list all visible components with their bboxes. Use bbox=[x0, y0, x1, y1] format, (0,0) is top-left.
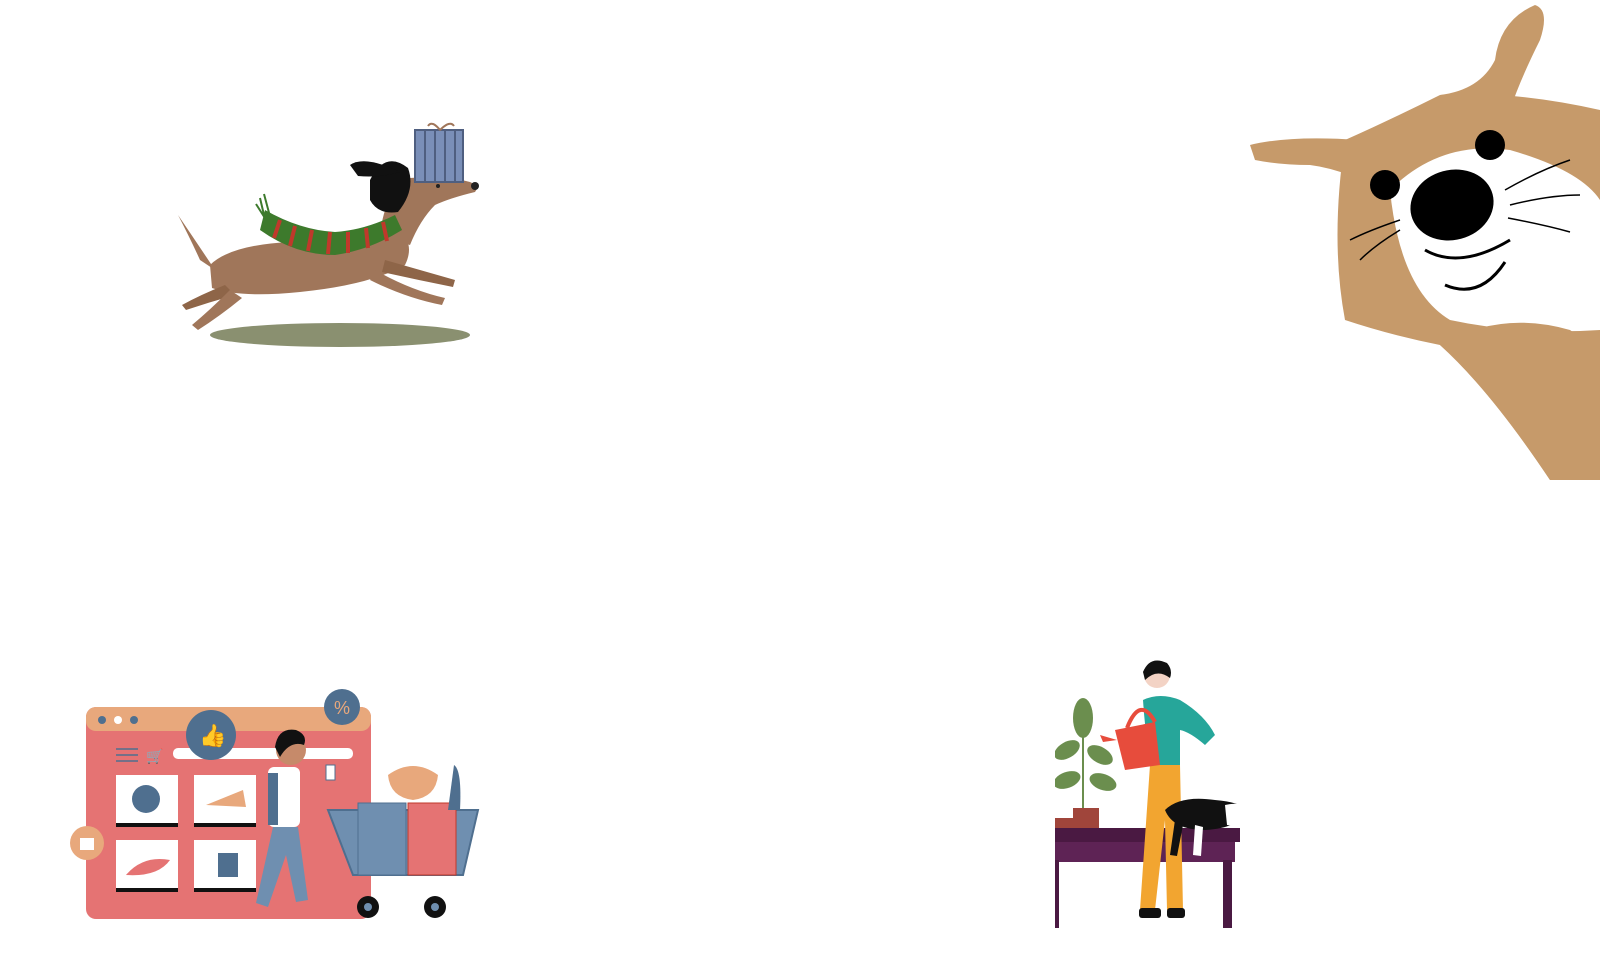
cart-baguette bbox=[448, 765, 461, 810]
cart-bag-1 bbox=[357, 802, 407, 876]
desk-leg-left bbox=[1055, 860, 1059, 928]
percent-icon: % bbox=[334, 698, 350, 718]
watering-can bbox=[1115, 722, 1160, 770]
plant-pot bbox=[1073, 808, 1099, 830]
dog-tail bbox=[178, 215, 215, 270]
product-apple-icon bbox=[132, 785, 160, 813]
plant-leaves bbox=[1055, 698, 1117, 791]
man-phone bbox=[325, 764, 336, 781]
window-dot-3 bbox=[130, 716, 138, 724]
woman-shoe-left bbox=[1139, 908, 1161, 918]
cart-bag-2 bbox=[407, 802, 457, 876]
dog-eye-right bbox=[1475, 130, 1505, 160]
woman-shoe-right bbox=[1167, 908, 1185, 918]
bag-icon bbox=[80, 838, 94, 850]
cart-corgi bbox=[388, 766, 438, 800]
woman-watering-plant-illustration bbox=[1055, 660, 1255, 928]
desk-leg-right bbox=[1223, 860, 1232, 928]
ground-shadow bbox=[210, 323, 470, 347]
peeking-dog-illustration bbox=[1250, 5, 1600, 480]
window-dot-2 bbox=[114, 716, 122, 724]
man-vest bbox=[268, 773, 278, 825]
cat-face bbox=[1225, 803, 1255, 826]
dog-eye bbox=[436, 184, 440, 188]
dog-paw bbox=[1440, 322, 1600, 480]
running-dog-illustration bbox=[178, 122, 479, 347]
dog-eye-left bbox=[1370, 170, 1400, 200]
online-shopping-illustration: 🛒 👍 % bbox=[70, 689, 480, 919]
thumbs-up-icon: 👍 bbox=[199, 723, 226, 748]
watering-can-spout bbox=[1100, 735, 1117, 742]
window-dot-1 bbox=[98, 716, 106, 724]
cart-icon: 🛒 bbox=[146, 748, 163, 765]
product-milk-icon bbox=[218, 853, 238, 877]
dog-nose bbox=[471, 182, 479, 190]
